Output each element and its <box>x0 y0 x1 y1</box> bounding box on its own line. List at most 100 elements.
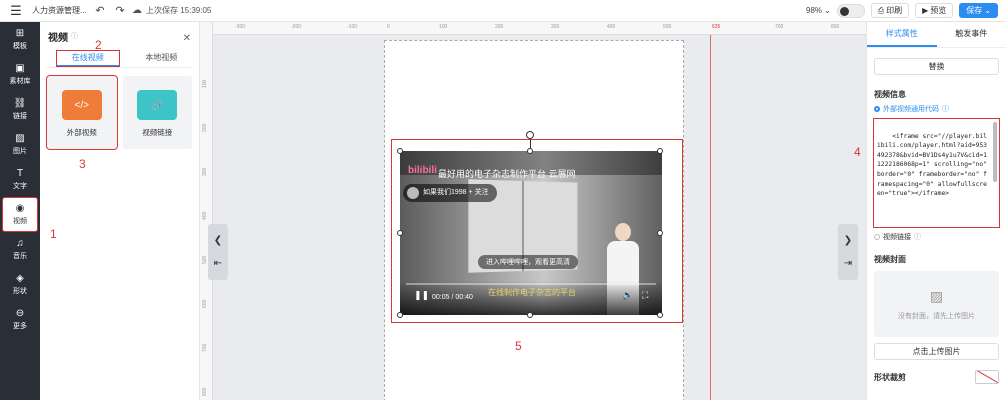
mode-toggle[interactable] <box>836 3 865 18</box>
chevron-down-icon: ⌄ <box>824 6 831 15</box>
music-icon: ♫ <box>16 237 24 249</box>
chevron-left-icon: ❮ <box>213 235 223 246</box>
rail-item-label: 形状 <box>13 287 27 295</box>
next-page-button[interactable]: ❯ ⇥ <box>838 224 858 280</box>
fullscreen-icon[interactable]: ⛶ <box>642 290 648 301</box>
follow-button[interactable]: + 关注 <box>469 189 489 196</box>
rail-item-text[interactable]: T 文字 <box>0 162 40 197</box>
undo-icon[interactable]: ↶ <box>90 4 110 17</box>
tab-online-video[interactable]: 在线视频 <box>56 50 120 67</box>
info-icon[interactable]: ⓘ <box>914 232 921 242</box>
preview-button[interactable]: ▶ 预览 <box>915 3 954 18</box>
embed-code-text: <iframe src="//player.bilibili.com/playe… <box>877 132 991 198</box>
card-label: 视频链接 <box>142 128 173 137</box>
link-icon: ⛓ <box>13 97 27 109</box>
rail-item-label: 视频 <box>13 217 27 225</box>
rail-item-assets[interactable]: ▣ 素材库 <box>0 57 40 92</box>
shape-icon: ◈ <box>16 272 24 284</box>
rail-item-label: 音乐 <box>13 252 27 260</box>
video-info-heading: 视频信息 <box>874 90 906 99</box>
save-status-text: 上次保存 15:39:05 <box>146 6 212 15</box>
tab-style[interactable]: 样式属性 <box>867 22 937 47</box>
prev-page-button[interactable]: ❮ ⇤ <box>208 224 228 280</box>
rail-item-music[interactable]: ♫ 音乐 <box>0 232 40 267</box>
rotate-handle[interactable] <box>526 131 534 139</box>
tab-events[interactable]: 触发事件 <box>937 22 1006 47</box>
shape-crop-label: 形状裁剪 <box>874 372 906 382</box>
close-icon[interactable]: ✕ <box>183 33 191 44</box>
ruler-tick: 635 <box>712 24 721 30</box>
ruler-vertical: 100 200 300 400 500 600 700 800 <box>200 22 213 400</box>
document-title[interactable]: 人力资源管理... <box>32 5 90 16</box>
cover-placeholder[interactable]: ▨ 没有封面，请先上传图片 <box>874 271 999 337</box>
rail-item-more[interactable]: ⊖ 更多 <box>0 302 40 337</box>
pause-icon[interactable]: ❚❚ <box>414 290 429 301</box>
video-progress-bar[interactable] <box>406 283 656 285</box>
image-icon: ▨ <box>15 132 25 144</box>
panel-header: 视频 ⓘ <box>40 22 199 50</box>
resize-handle[interactable] <box>527 148 533 154</box>
save-label: 保存 <box>966 6 983 15</box>
cloud-icon: ☁ <box>132 5 142 16</box>
video-link-card[interactable]: 🔗 视频链接 <box>122 76 192 149</box>
guide-line[interactable] <box>710 35 711 400</box>
ruler-tick: 400 <box>202 211 208 220</box>
rail-item-shapes[interactable]: ◈ 形状 <box>0 267 40 302</box>
tab-local-video[interactable]: 本地视频 <box>130 50 194 67</box>
uploader-name: 如果我们1998 <box>423 189 467 196</box>
cover-placeholder-text: 没有封面，请先上传图片 <box>898 312 975 320</box>
volume-icon[interactable]: 🔈 <box>622 290 633 301</box>
last-page-icon: ⇥ <box>843 258 853 269</box>
info-icon[interactable]: ⓘ <box>942 104 949 114</box>
video-cover-heading: 视频封面 <box>874 255 906 264</box>
rail-item-label: 模板 <box>13 42 27 50</box>
radio-video-link[interactable]: 视频链接 ⓘ <box>874 232 999 242</box>
card-label: 外部视频 <box>66 128 97 137</box>
more-icon: ⊖ <box>15 307 25 319</box>
scrollbar[interactable] <box>993 122 997 182</box>
replace-button[interactable]: 替换 <box>874 58 999 75</box>
rail-item-images[interactable]: ▨ 图片 <box>0 127 40 162</box>
properties-panel: 样式属性 触发事件 替换 视频信息 外部视频通用代码 ⓘ <iframe src… <box>866 22 1006 400</box>
resize-handle[interactable] <box>397 312 403 318</box>
resize-handle[interactable] <box>397 148 403 154</box>
embedded-video[interactable]: bilibili 最好用的电子杂志制作平台 云展网 如果我们1998 + 关注 … <box>400 151 662 315</box>
rail-item-label: 文字 <box>13 182 27 190</box>
properties-tabs: 样式属性 触发事件 <box>867 22 1006 48</box>
rail-item-label: 更多 <box>13 322 27 330</box>
resize-handle[interactable] <box>397 230 403 236</box>
resize-handle[interactable] <box>657 312 663 318</box>
menu-icon[interactable]: ☰ <box>0 3 32 19</box>
video-time: 00:05 / 00:40 <box>432 294 473 301</box>
video-icon: ◉ <box>15 202 25 214</box>
radio-embed-code[interactable]: 外部视频通用代码 ⓘ <box>874 104 999 114</box>
video-open-prompt[interactable]: 进入哔哩哔哩，观看更高清 <box>478 255 578 269</box>
rail-item-label: 图片 <box>13 147 27 155</box>
external-video-card[interactable]: </> 外部视频 <box>46 75 118 150</box>
video-subtitle: 在线制作电子杂志的平台 <box>488 288 576 297</box>
radio-dot <box>874 234 880 240</box>
resize-handle[interactable] <box>657 148 663 154</box>
info-icon[interactable]: ⓘ <box>71 31 78 41</box>
video-uploader[interactable]: 如果我们1998 + 关注 <box>403 184 497 202</box>
embed-code-textarea[interactable]: <iframe src="//player.bilibili.com/playe… <box>873 118 1000 228</box>
zoom-select[interactable]: 98% ⌄ <box>806 6 831 15</box>
resize-handle[interactable] <box>657 230 663 236</box>
annotation-3: 3 <box>79 157 86 171</box>
ruler-tick: 200 <box>495 24 504 30</box>
upload-image-button[interactable]: 点击上传图片 <box>874 343 999 360</box>
shape-crop-selector[interactable] <box>975 370 999 384</box>
print-button[interactable]: ⎙ 印刷 <box>870 3 910 18</box>
no-image-icon: ▨ <box>929 287 944 304</box>
rail-item-links[interactable]: ⛓ 链接 <box>0 92 40 127</box>
save-button[interactable]: 保存 ⌄ <box>959 3 998 18</box>
rail-item-templates[interactable]: ⊞ 模板 <box>0 22 40 57</box>
save-status: ☁ 上次保存 15:39:05 <box>132 5 211 16</box>
ruler-tick: 0 <box>387 24 390 30</box>
template-icon: ⊞ <box>15 27 25 39</box>
ruler-tick: 600 <box>202 299 208 308</box>
print-label: 印刷 <box>886 6 903 15</box>
resize-handle[interactable] <box>527 312 533 318</box>
redo-icon[interactable]: ↷ <box>110 4 130 17</box>
rail-item-video[interactable]: ◉ 视频 <box>2 197 38 232</box>
